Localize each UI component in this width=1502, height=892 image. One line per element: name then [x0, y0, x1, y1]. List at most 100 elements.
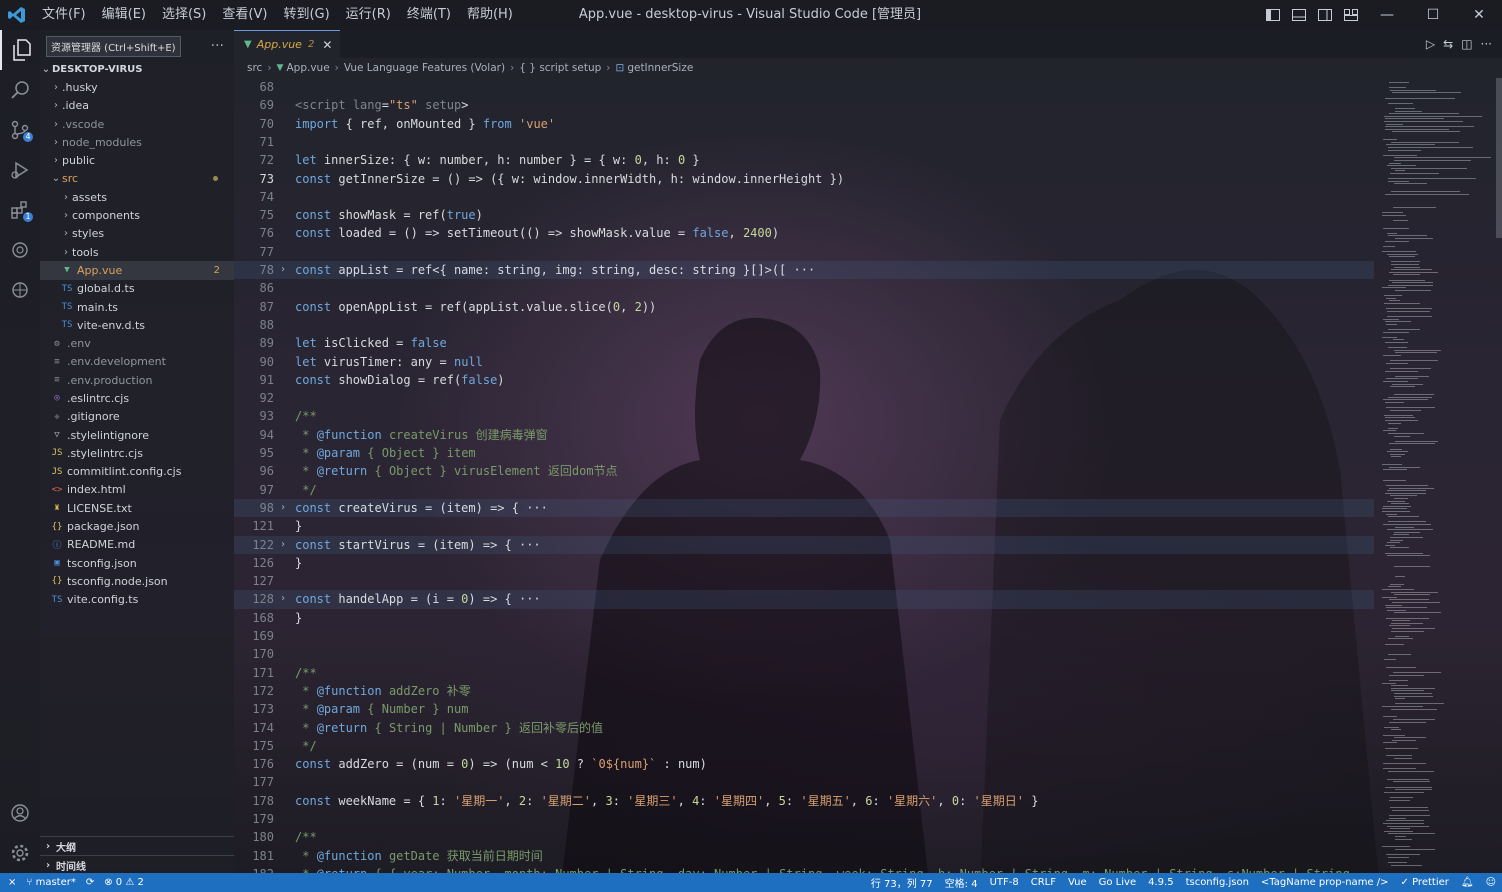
- tree-file[interactable]: JS .stylelintrc.cjs: [40, 444, 234, 462]
- more-actions-icon[interactable]: ···: [1481, 37, 1492, 51]
- fold-chevron-icon[interactable]: ›: [280, 261, 286, 279]
- toggle-secondary-sidebar-icon[interactable]: [1312, 0, 1338, 30]
- tree-folder[interactable]: › .vscode: [40, 115, 234, 133]
- code-line[interactable]: 95 * @param { Object } item: [234, 444, 1374, 462]
- tree-file[interactable]: TS main.ts: [40, 298, 234, 316]
- explorer-icon[interactable]: [0, 30, 42, 70]
- code-line[interactable]: 182 * @return { { year: Number, month: N…: [234, 865, 1374, 873]
- tree-file[interactable]: TS global.d.ts: [40, 280, 234, 298]
- gear-icon[interactable]: [0, 833, 40, 873]
- code-line[interactable]: 78 › const appList = ref<{ name: string, i…: [234, 261, 1374, 280]
- source-control-icon[interactable]: 4: [0, 110, 40, 150]
- code-line[interactable]: 121}: [234, 517, 1374, 535]
- code-line[interactable]: 127: [234, 572, 1374, 590]
- menu-view[interactable]: 查看(V): [214, 0, 275, 30]
- breadcrumb-item[interactable]: getInnerSize: [627, 62, 693, 74]
- sync-icon[interactable]: ⟳: [86, 877, 94, 888]
- fold-chevron-icon[interactable]: ›: [280, 499, 286, 517]
- tree-folder[interactable]: › components: [40, 206, 234, 224]
- code-line[interactable]: 94 * @function createVirus 创建病毒弹窗: [234, 426, 1374, 444]
- extensions-icon[interactable]: 1: [0, 190, 40, 230]
- menu-help[interactable]: 帮助(H): [459, 0, 521, 30]
- code-line[interactable]: 171 /**: [234, 664, 1374, 682]
- code-line[interactable]: 97 */: [234, 481, 1374, 499]
- feedback-icon[interactable]: ☺: [1486, 877, 1496, 888]
- search-icon[interactable]: [0, 70, 40, 110]
- tree-file[interactable]: ⓘ README.md: [40, 536, 234, 554]
- tree-file[interactable]: ▣ tsconfig.json: [40, 554, 234, 572]
- code-line[interactable]: 88: [234, 316, 1374, 334]
- code-line[interactable]: 68: [234, 78, 1374, 96]
- tsconfig-status[interactable]: tsconfig.json: [1186, 877, 1249, 888]
- code-line[interactable]: 122 › const startVirus = (item) => { ···: [234, 535, 1374, 554]
- code-line[interactable]: 181 * @function getDate 获取当前日期时间: [234, 847, 1374, 865]
- code-line[interactable]: 126}: [234, 554, 1374, 572]
- run-debug-icon[interactable]: [0, 150, 40, 190]
- code-line[interactable]: 170: [234, 645, 1374, 663]
- code-line[interactable]: 175 */: [234, 737, 1374, 755]
- code-line[interactable]: 169: [234, 627, 1374, 645]
- toggle-panel-icon[interactable]: [1286, 0, 1312, 30]
- editor-scrollbar[interactable]: [1496, 78, 1502, 238]
- tree-folder[interactable]: › tools: [40, 243, 234, 261]
- code-line[interactable]: 96 * @return { Object } virusElement 返回d…: [234, 462, 1374, 480]
- code-line[interactable]: 71: [234, 133, 1374, 151]
- timeline-section[interactable]: › 时间线: [40, 855, 234, 874]
- tree-file[interactable]: ≡ .env.production: [40, 371, 234, 389]
- code-line[interactable]: 180 /**: [234, 828, 1374, 846]
- code-line[interactable]: 168}: [234, 609, 1374, 627]
- tree-file[interactable]: ▼ App.vue 2: [40, 261, 234, 280]
- tree-folder[interactable]: › styles: [40, 225, 234, 243]
- compare-icon[interactable]: ⇆: [1443, 37, 1453, 51]
- menu-selection[interactable]: 选择(S): [154, 0, 214, 30]
- code-line[interactable]: 91 const showDialog = ref(false): [234, 371, 1374, 389]
- menu-file[interactable]: 文件(F): [34, 0, 94, 30]
- ts-version[interactable]: 4.9.5: [1148, 877, 1173, 888]
- tree-file[interactable]: ⚙ .env: [40, 334, 234, 352]
- bell-icon[interactable]: 🔔︎: [1461, 877, 1474, 888]
- tree-file[interactable]: TS vite-env.d.ts: [40, 316, 234, 334]
- code-line[interactable]: 172 * @function addZero 补零: [234, 682, 1374, 700]
- code-line[interactable]: 69 <script lang="ts" setup>: [234, 96, 1374, 114]
- tree-file[interactable]: JS commitlint.config.cjs: [40, 463, 234, 481]
- openai-icon[interactable]: [0, 270, 40, 310]
- code-editor[interactable]: 68 69 <script lang="ts" setup> 70 import { r…: [234, 78, 1374, 873]
- maximize-icon[interactable]: ☐: [1410, 0, 1456, 30]
- breadcrumb-item[interactable]: { } script setup: [519, 62, 601, 74]
- split-editor-icon[interactable]: ◫: [1461, 37, 1472, 51]
- go-live[interactable]: Go Live: [1099, 877, 1136, 888]
- line-ending[interactable]: CRLF: [1031, 877, 1056, 888]
- tree-file[interactable]: {} tsconfig.node.json: [40, 572, 234, 590]
- toggle-sidebar-icon[interactable]: [1260, 0, 1286, 30]
- tab-app-vue[interactable]: ▼ App.vue 2 ✕: [234, 29, 341, 59]
- code-line[interactable]: 73 const getInnerSize = () => ({ w: windo…: [234, 170, 1374, 188]
- code-line[interactable]: 76 const loaded = () => setTimeout(() => …: [234, 224, 1374, 242]
- breadcrumb-item[interactable]: App.vue: [286, 62, 329, 74]
- fold-chevron-icon[interactable]: ›: [280, 590, 286, 608]
- tag-name-case[interactable]: <TagName prop-name />: [1261, 877, 1389, 888]
- tree-file[interactable]: ♜ LICENSE.txt: [40, 499, 234, 517]
- breadcrumb-item[interactable]: src: [247, 62, 262, 74]
- tree-file[interactable]: {} package.json: [40, 517, 234, 535]
- prettier-status[interactable]: ✓ Prettier: [1401, 877, 1449, 888]
- code-line[interactable]: 98 › const createVirus = (item) => { ···: [234, 498, 1374, 518]
- tree-folder[interactable]: › .idea: [40, 97, 234, 115]
- tree-file[interactable]: ◎ .eslintrc.cjs: [40, 389, 234, 407]
- tree-folder[interactable]: › node_modules: [40, 133, 234, 151]
- code-line[interactable]: 92: [234, 389, 1374, 407]
- more-actions-icon[interactable]: ···: [211, 38, 224, 54]
- tree-file[interactable]: <> index.html: [40, 481, 234, 499]
- language-mode[interactable]: Vue: [1068, 877, 1087, 888]
- tree-folder[interactable]: › assets: [40, 188, 234, 206]
- menu-go[interactable]: 转到(G): [275, 0, 337, 30]
- code-line[interactable]: 93 /**: [234, 407, 1374, 425]
- cursor-position[interactable]: 行 73，列 77: [871, 875, 933, 890]
- tree-folder[interactable]: › .husky: [40, 78, 234, 96]
- account-icon[interactable]: [0, 793, 40, 833]
- code-line[interactable]: 75 const showMask = ref(true): [234, 206, 1374, 224]
- minimize-icon[interactable]: —: [1364, 0, 1410, 30]
- tree-folder[interactable]: ⌄ src: [40, 170, 234, 188]
- outline-section[interactable]: › 大纲: [40, 836, 234, 855]
- tree-file[interactable]: TS vite.config.ts: [40, 591, 234, 609]
- code-line[interactable]: 177: [234, 773, 1374, 791]
